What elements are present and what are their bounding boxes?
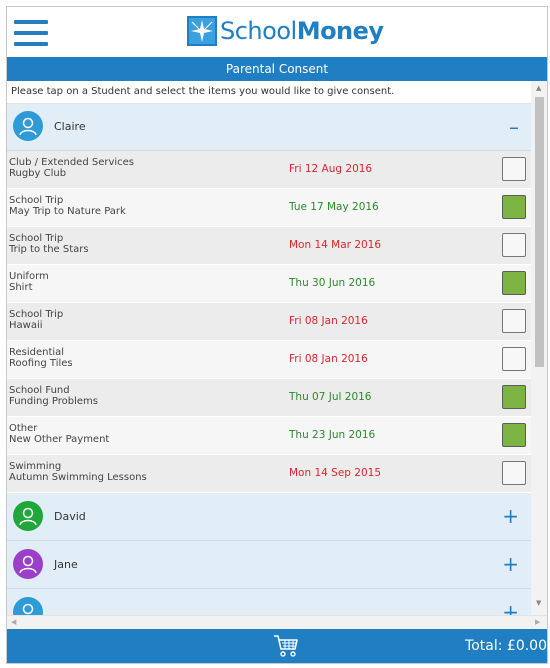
item-name: Roofing Tiles — [9, 358, 73, 369]
brand-logo: SchoolMoney — [187, 16, 384, 46]
student-name: David — [54, 510, 86, 523]
consent-item[interactable]: Uniform Shirt Thu 30 Jun 2016 — [7, 265, 531, 303]
collapse-toggle[interactable]: – — [509, 115, 519, 139]
item-category: School Trip — [9, 233, 64, 244]
item-category: Uniform — [9, 271, 49, 282]
avatar — [13, 597, 43, 615]
app-header: SchoolMoney — [7, 7, 547, 57]
student-row-partial[interactable]: + — [7, 589, 531, 615]
app-window: SchoolMoney Parental Consent Please tap … — [6, 6, 548, 664]
consent-list: Please tap on a Student and select the i… — [7, 81, 531, 615]
item-name: Shirt — [9, 282, 33, 293]
cart-total: Total: £0.00 — [465, 638, 547, 654]
consent-item[interactable]: School Trip May Trip to Nature Park Tue … — [7, 189, 531, 227]
avatar — [13, 111, 43, 141]
consent-checkbox[interactable] — [502, 461, 526, 485]
hamburger-icon[interactable] — [14, 20, 48, 46]
expand-toggle[interactable]: + — [502, 552, 519, 576]
scroll-left-arrow-icon[interactable]: ◀ — [11, 618, 16, 626]
consent-checkbox[interactable] — [502, 423, 526, 447]
student-row-david[interactable]: David + — [7, 493, 531, 541]
item-date: Thu 30 Jun 2016 — [289, 277, 376, 289]
item-date: Mon 14 Mar 2016 — [289, 239, 382, 251]
schoolmoney-logo-icon — [187, 16, 217, 46]
item-name: Hawaii — [9, 320, 43, 331]
consent-checkbox[interactable] — [502, 195, 526, 219]
scroll-right-arrow-icon[interactable]: ▶ — [535, 618, 540, 626]
user-icon — [22, 603, 34, 615]
consent-item[interactable]: Swimming Autumn Swimming Lessons Mon 14 … — [7, 455, 531, 493]
checkout-footer: Total: £0.00 — [7, 629, 547, 663]
item-date: Fri 08 Jan 2016 — [289, 315, 368, 327]
user-icon — [19, 555, 37, 574]
student-name: Claire — [54, 120, 86, 133]
scrollbar-thumb[interactable] — [535, 97, 544, 367]
item-date: Fri 12 Aug 2016 — [289, 163, 373, 175]
consent-item[interactable]: School Fund Funding Problems Thu 07 Jul … — [7, 379, 531, 417]
consent-checkbox[interactable] — [502, 385, 526, 409]
consent-item[interactable]: School Trip Hawaii Fri 08 Jan 2016 — [7, 303, 531, 341]
instructions-text: Please tap on a Student and select the i… — [7, 81, 531, 104]
user-icon — [19, 507, 37, 526]
consent-item[interactable]: Other New Other Payment Thu 23 Jun 2016 — [7, 417, 531, 455]
item-date: Tue 17 May 2016 — [289, 201, 379, 213]
item-category: School Trip — [9, 195, 64, 206]
expand-toggle[interactable]: + — [502, 504, 519, 528]
item-name: Funding Problems — [9, 396, 98, 407]
item-category: School Trip — [9, 309, 64, 320]
item-date: Thu 07 Jul 2016 — [289, 391, 372, 403]
item-name: Trip to the Stars — [9, 244, 89, 255]
avatar — [13, 549, 43, 579]
consent-item[interactable]: Residential Roofing Tiles Fri 08 Jan 201… — [7, 341, 531, 379]
item-name: May Trip to Nature Park — [9, 206, 126, 217]
item-date: Thu 23 Jun 2016 — [289, 429, 376, 441]
consent-checkbox[interactable] — [502, 271, 526, 295]
consent-checkbox[interactable] — [502, 347, 526, 371]
item-category: Residential — [9, 347, 65, 358]
vertical-scrollbar[interactable]: ▲ ▼ — [531, 81, 547, 615]
consent-item[interactable]: School Trip Trip to the Stars Mon 14 Mar… — [7, 227, 531, 265]
scroll-up-arrow-icon[interactable]: ▲ — [536, 84, 541, 92]
student-name: Jane — [54, 558, 78, 571]
item-category: School Fund — [9, 385, 70, 396]
item-date: Fri 08 Jan 2016 — [289, 353, 368, 365]
student-row-claire[interactable]: Claire – — [7, 104, 531, 151]
consent-item[interactable]: Club / Extended Services Rugby Club Fri … — [7, 151, 531, 189]
consent-checkbox[interactable] — [502, 233, 526, 257]
brand-name: SchoolMoney — [220, 17, 384, 45]
avatar — [13, 501, 43, 531]
page-title: Parental Consent — [7, 57, 547, 81]
item-name: Rugby Club — [9, 168, 67, 179]
user-icon — [19, 117, 37, 136]
shopping-cart-icon[interactable] — [273, 634, 299, 662]
expand-toggle[interactable]: + — [502, 600, 519, 615]
student-row-jane[interactable]: Jane + — [7, 541, 531, 589]
item-name: New Other Payment — [9, 434, 110, 445]
scroll-down-arrow-icon[interactable]: ▼ — [536, 599, 541, 607]
item-date: Mon 14 Sep 2015 — [289, 467, 382, 479]
item-name: Autumn Swimming Lessons — [9, 472, 147, 483]
horizontal-scrollbar[interactable]: ◀ ▶ — [7, 615, 547, 630]
consent-checkbox[interactable] — [502, 157, 526, 181]
consent-checkbox[interactable] — [502, 309, 526, 333]
item-category: Swimming — [9, 461, 62, 472]
item-category: Other — [9, 423, 38, 434]
item-category: Club / Extended Services — [9, 157, 135, 168]
